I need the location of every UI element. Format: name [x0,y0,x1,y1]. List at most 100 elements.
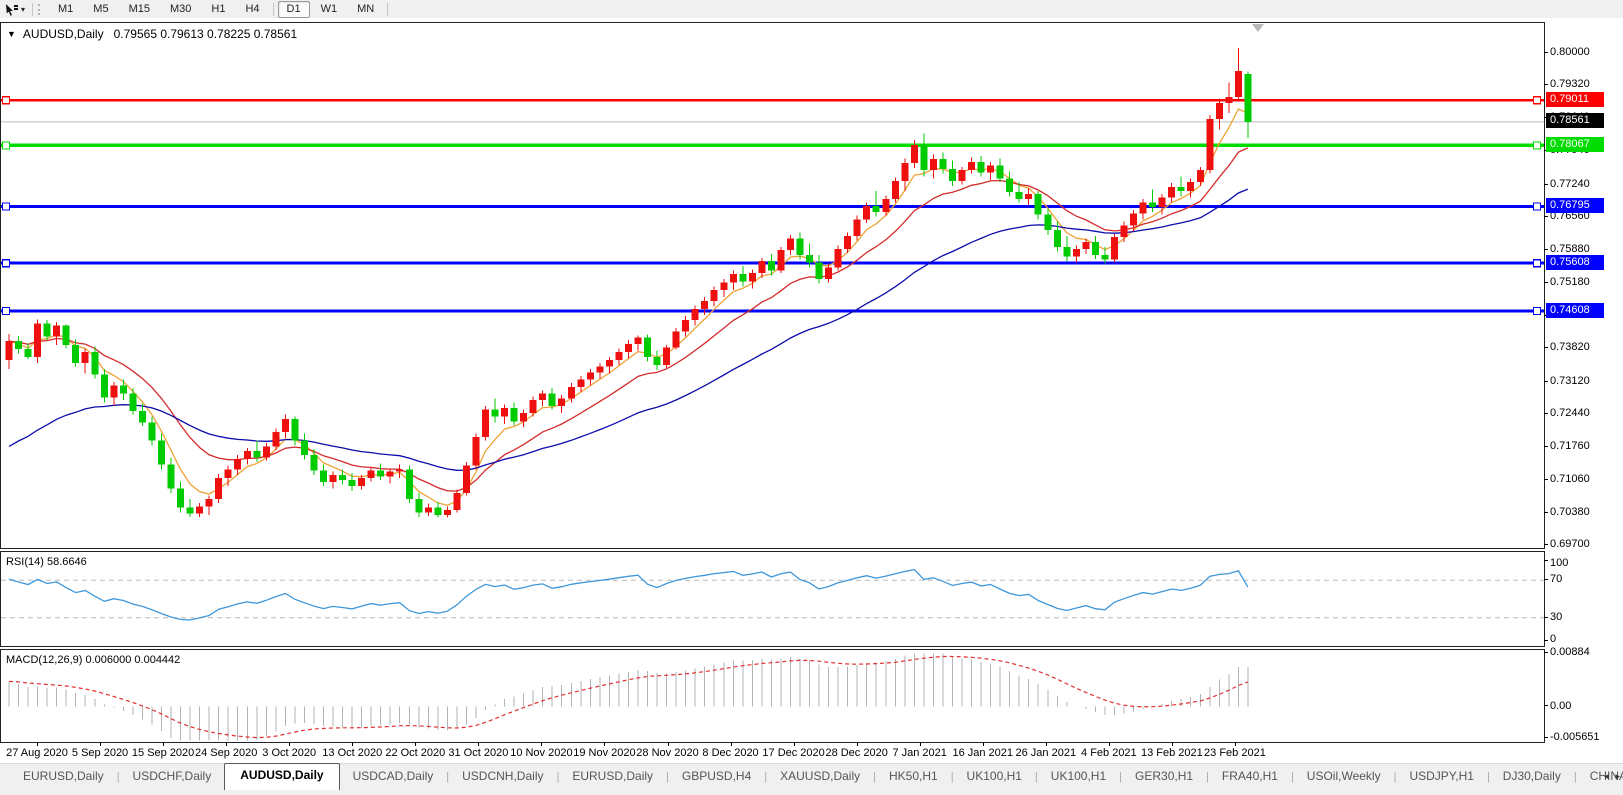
tab-dj30-daily[interactable]: DJ30,Daily [1490,765,1574,790]
line-handle-icon[interactable] [3,203,10,210]
rsi-pane[interactable] [0,551,1545,647]
date-axis-value: 10 Nov 2020 [510,747,572,759]
timeframe-button-m5[interactable]: M5 [84,1,117,18]
toolbar-divider [32,3,33,16]
candle-body [148,422,155,440]
timeframe-button-m1[interactable]: M1 [49,1,82,18]
tab-uk100-h1[interactable]: UK100,H1 [1038,765,1119,790]
date-axis-tick [415,742,416,746]
candle-body [444,510,451,515]
candle-body [63,326,70,345]
chart-shift-marker-icon[interactable] [1252,24,1264,32]
tab-eurusd-daily[interactable]: EURUSD,Daily [10,765,117,790]
date-axis-value: 16 Jan 2021 [952,747,1013,759]
macd-axis-value: -0.005651 [1550,731,1600,744]
scroll-tabs-left-icon[interactable]: ◂ [1604,771,1609,782]
date-axis-tick [1235,742,1236,746]
timeframe-button-h4[interactable]: H4 [236,1,268,18]
line-handle-icon[interactable] [3,308,10,315]
tab-uk100-h1[interactable]: UK100,H1 [954,765,1035,790]
timeframe-button-m30[interactable]: M30 [161,1,200,18]
candle-body [187,508,194,514]
tab-usdcad-daily[interactable]: USDCAD,Daily [340,765,447,790]
macd-pane[interactable] [0,649,1545,743]
price-axis-value: 0.75180 [1550,276,1590,289]
date-axis-tick [1109,742,1110,746]
chart-cursor-icon[interactable] [4,3,19,16]
candle-body [568,387,575,398]
candle-body [606,360,613,366]
date-axis-tick [1172,742,1173,746]
timeframe-button-d1[interactable]: D1 [278,1,310,18]
line-handle-icon[interactable] [3,142,10,149]
candle-body [701,301,708,309]
price-axis-value: 0.73120 [1550,375,1590,388]
candle-body [101,375,108,398]
date-axis-value: 3 Oct 2020 [262,747,316,759]
line-handle-icon[interactable] [3,260,10,267]
date-axis-value: 24 Sep 2020 [195,747,257,759]
candlestick-layer [6,48,1252,517]
candle-body [997,165,1004,178]
line-handle-icon[interactable] [1534,260,1541,267]
line-handle-icon[interactable] [3,97,10,104]
rsi-axis-tick [1544,640,1548,641]
candle-body [120,386,127,394]
tab-xauusd-daily[interactable]: XAUUSD,Daily [767,765,873,790]
tab-usdcnh-daily[interactable]: USDCNH,Daily [449,765,556,790]
tab-usdchf-daily[interactable]: USDCHF,Daily [120,765,225,790]
scroll-tabs-right-icon[interactable]: ▸ [1615,771,1620,782]
candle-body [291,419,298,441]
candle-body [82,352,89,363]
candle-body [644,338,651,357]
price-badge: 0.79011 [1546,92,1604,107]
tab-gbpusd-h4[interactable]: GBPUSD,H4 [669,765,764,790]
macd-axis-tick [1544,737,1548,738]
price-badge: 0.78561 [1546,113,1604,128]
candle-body [263,446,270,457]
candle-body [1016,192,1023,199]
line-handle-icon[interactable] [1534,97,1541,104]
candle-body [892,181,899,199]
chevron-down-icon[interactable]: ▾ [21,5,25,14]
rsi-line [9,570,1248,620]
date-axis-value: 19 Nov 2020 [573,747,635,759]
candle-body [1206,119,1213,170]
candle-body [844,236,851,249]
price-axis-value: 0.80000 [1550,46,1590,59]
line-handle-icon[interactable] [1534,308,1541,315]
tab-usoil-weekly[interactable]: USOil,Weekly [1294,765,1394,790]
line-handle-icon[interactable] [1534,142,1541,149]
candle-body [854,220,861,236]
timeframe-button-mn[interactable]: MN [348,1,383,18]
collapse-arrow-icon[interactable]: ▼ [7,29,16,39]
hline-layer[interactable] [1,100,1544,311]
price-axis-tick [1544,347,1548,348]
tab-hk50-h1[interactable]: HK50,H1 [876,765,951,790]
macd-axis-tick [1544,652,1548,653]
candle-body [1044,215,1051,230]
date-axis-tick [289,742,290,746]
toolbar-grip[interactable] [38,4,43,15]
timeframe-button-h1[interactable]: H1 [202,1,234,18]
tab-fra40-h1[interactable]: FRA40,H1 [1209,765,1291,790]
tab-audusd-daily[interactable]: AUDUSD,Daily [224,763,339,790]
date-axis-value: 13 Feb 2021 [1141,747,1203,759]
date-axis-tick [604,742,605,746]
timeframe-toolbar: ▾ M1M5M15M30H1H4 D1W1MN [0,0,1623,19]
timeframe-button-m15[interactable]: M15 [120,1,159,18]
date-axis-tick [1046,742,1047,746]
candle-body [415,499,422,512]
tab-usdjpy-h1[interactable]: USDJPY,H1 [1396,765,1486,790]
candle-body [1092,242,1099,255]
candle-body [730,274,737,283]
price-badge: 0.75608 [1546,255,1604,270]
tab-ger30-h1[interactable]: GER30,H1 [1122,765,1206,790]
candle-body [110,386,117,398]
rsi-axis-tick [1544,560,1548,561]
line-handle-icon[interactable] [1534,203,1541,210]
tab-eurusd-daily[interactable]: EURUSD,Daily [559,765,666,790]
main-price-pane[interactable] [0,22,1545,549]
timeframe-button-w1[interactable]: W1 [312,1,347,18]
candle-body [330,475,337,482]
